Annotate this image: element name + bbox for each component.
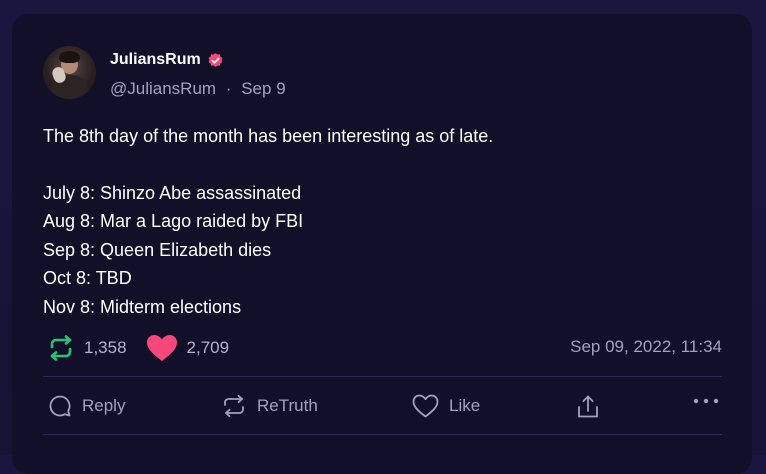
post-timestamp[interactable]: Sep 09, 2022, 11:34 [570,337,722,357]
like-button[interactable]: Like [412,394,480,418]
share-button[interactable] [576,394,610,420]
post-line: Nov 8: Midterm elections [43,296,242,317]
post-card: JuliansRum @JuliansRum · Sep 9 The 8th d… [12,14,752,474]
post-line: Aug 8: Mar a Lago raided by FBI [43,211,304,231]
author-handle-row: @JuliansRum · Sep 9 [110,79,286,99]
verified-badge-icon [208,52,222,67]
post-stats: 1,358 2,709 [47,334,229,362]
divider [43,434,722,435]
reply-label: Reply [82,396,126,415]
post-date[interactable]: Sep 9 [241,79,285,98]
retruth-arrows-icon [224,394,244,418]
retruth-count[interactable]: 1,358 [47,335,127,361]
like-count-value: 2,709 [186,338,230,357]
post-line: The 8th day of the month has been intere… [43,126,494,146]
more-dots-icon [693,398,719,404]
heart-outline-icon [412,394,439,418]
retruth-count-value: 1,358 [84,338,127,357]
more-options-button[interactable] [693,397,729,405]
heart-icon [146,335,177,361]
author-name-row: JuliansRum [110,51,224,69]
like-count[interactable]: 2,709 [146,334,230,362]
divider [43,376,722,377]
avatar[interactable] [43,46,96,99]
like-label: Like [449,396,481,415]
retruth-label: ReTruth [257,396,318,415]
author-handle[interactable]: @JuliansRum [110,79,216,98]
post-body: The 8th day of the month has been intere… [43,122,493,321]
meta-separator: · [225,79,232,98]
speech-bubble-icon [49,395,71,417]
post-line: Sep 8: Queen Elizabeth dies [43,239,272,260]
share-upload-icon [578,395,598,418]
retruth-button[interactable]: ReTruth [221,394,318,418]
retruth-arrows-icon [50,335,72,361]
post-line: Oct 8: TBD [43,268,132,288]
post-line: July 8: Shinzo Abe assassinated [43,182,302,203]
reply-button[interactable]: Reply [48,394,125,418]
author-name[interactable]: JuliansRum [110,51,201,69]
